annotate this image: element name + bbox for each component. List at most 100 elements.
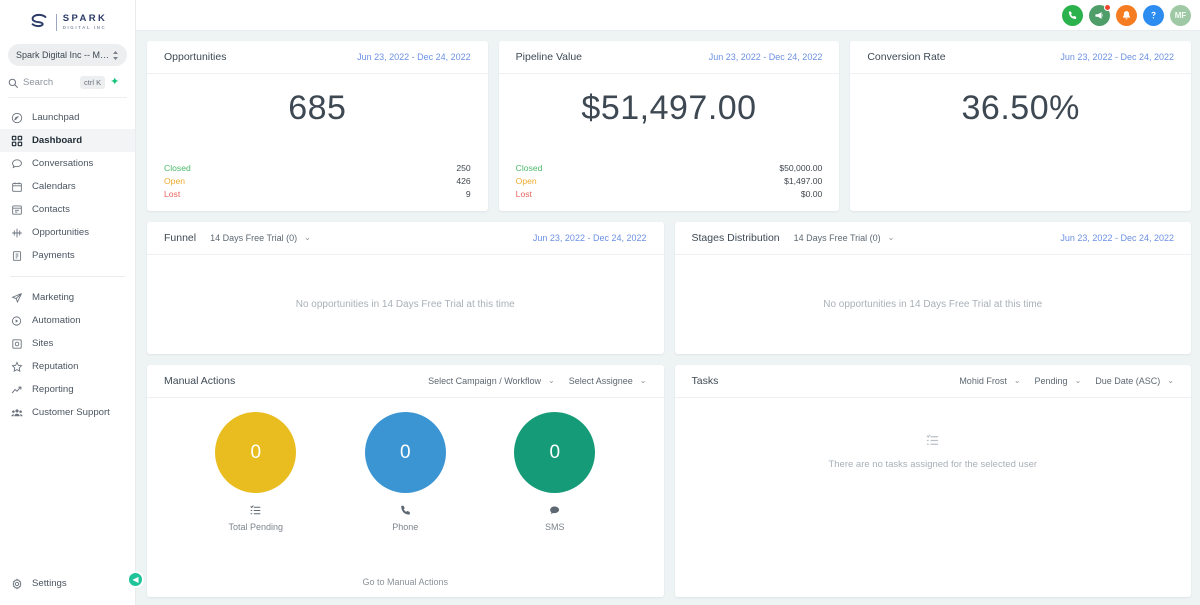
kpi-breakdown-row: Closed 250 [164, 162, 471, 175]
sidebar-item-settings[interactable]: Settings [0, 572, 135, 595]
chevron-down-icon: ⌄ [887, 233, 895, 242]
stat-circle: 0 [514, 412, 596, 493]
card-conversion-rate: Conversion Rate Jun 23, 2022 - Dec 24, 2… [850, 41, 1192, 211]
sidebar-item-calendars[interactable]: Calendars [0, 175, 135, 198]
search-input[interactable] [23, 77, 75, 88]
kpi-amount: $1,497.00 [784, 176, 823, 186]
date-range-picker[interactable]: Jun 23, 2022 - Dec 24, 2022 [357, 52, 471, 62]
stages-empty-state: No opportunities in 14 Days Free Trial a… [823, 299, 1043, 310]
stat-total-pending[interactable]: 0 Total Pending [215, 412, 297, 532]
card-header: Tasks Mohid Frost ⌄ Pending ⌄ Due Date (… [674, 365, 1191, 398]
card-opportunities: Opportunities Jun 23, 2022 - Dec 24, 202… [147, 41, 488, 211]
sidebar-item-label: Settings [32, 578, 67, 589]
grid-icon [10, 134, 23, 147]
tasks-assignee-filter[interactable]: Mohid Frost ⌄ [959, 376, 1020, 386]
sidebar-item-contacts[interactable]: Contacts [0, 198, 135, 221]
sidebar-item-conversations[interactable]: Conversations [0, 152, 135, 175]
sidebar-item-payments[interactable]: Payments [0, 244, 135, 267]
date-range-picker[interactable]: Jun 23, 2022 - Dec 24, 2022 [1060, 52, 1174, 62]
account-name: Spark Digital Inc -- Murp... [16, 50, 112, 60]
assignee-select[interactable]: Select Assignee ⌄ [569, 376, 647, 386]
bell-icon[interactable] [1116, 4, 1137, 26]
date-range-picker[interactable]: Jun 23, 2022 - Dec 24, 2022 [1060, 233, 1174, 243]
megaphone-icon[interactable] [1089, 3, 1111, 26]
sidebar-item-dashboard[interactable]: Dashboard [0, 129, 135, 152]
card-header: Conversion Rate Jun 23, 2022 - Dec 24, 2… [850, 41, 1192, 74]
kpi-amount: $0.00 [800, 189, 823, 199]
sidebar-item-sites[interactable]: Sites [0, 332, 135, 355]
card-pipeline-value: Pipeline Value Jun 23, 2022 - Dec 24, 20… [498, 41, 840, 211]
sidebar-item-reputation[interactable]: Reputation [0, 355, 135, 378]
card-funnel: Funnel 14 Days Free Trial (0) ⌄ Jun 23, … [147, 222, 664, 354]
account-selector[interactable]: Spark Digital Inc -- Murp... [8, 44, 127, 66]
stat-sms[interactable]: 0 SMS [514, 412, 596, 532]
kpi-label: Lost [515, 189, 532, 199]
avatar[interactable]: MF [1170, 4, 1191, 26]
topbar: MF [136, 0, 1200, 31]
stat-phone[interactable]: 0 Phone [364, 412, 446, 532]
sidebar-item-reporting[interactable]: Reporting [0, 378, 135, 401]
sidebar-item-label: Customer Support [32, 407, 110, 418]
list-check-icon [249, 504, 262, 517]
card-header: Funnel 14 Days Free Trial (0) ⌄ Jun 23, … [147, 222, 664, 255]
campaign-workflow-select[interactable]: Select Campaign / Workflow ⌄ [428, 376, 555, 386]
sidebar-footer: Settings [0, 572, 135, 605]
sidebar-item-label: Marketing [32, 292, 75, 303]
phone-icon[interactable] [1062, 4, 1083, 26]
logo-divider [55, 13, 57, 31]
kpi-label: Open [515, 176, 537, 186]
sidebar-item-automation[interactable]: Automation [0, 309, 135, 332]
trend-up-icon [10, 383, 23, 396]
sidebar-item-label: Conversations [32, 158, 94, 169]
date-range-picker[interactable]: Jun 23, 2022 - Dec 24, 2022 [709, 52, 823, 62]
stat-circle: 0 [364, 412, 446, 493]
sidebar-item-customer-support[interactable]: Customer Support [0, 401, 135, 424]
help-question-icon[interactable] [1143, 4, 1164, 26]
stat-label: Phone [392, 522, 419, 532]
funnel-nodes-icon [10, 226, 23, 239]
sidebar-item-label: Dashboard [32, 135, 83, 146]
logo-wordmark: SPARK [62, 13, 108, 25]
kpi-amount: $50,000.00 [779, 163, 823, 173]
gear-icon [10, 577, 23, 590]
sidebar-item-opportunities[interactable]: Opportunities [0, 221, 135, 244]
sidebar-item-label: Payments [32, 250, 75, 261]
star-icon [10, 360, 23, 373]
sidebar-item-launchpad[interactable]: Launchpad [0, 106, 135, 129]
phone-icon [399, 504, 412, 517]
primary-nav: Launchpad Dashboard Conversations Calend… [0, 106, 135, 424]
sidebar-item-marketing[interactable]: Marketing [0, 286, 135, 309]
app-logo[interactable]: SPARK DIGITAL INC [0, 0, 135, 40]
card-title: Conversion Rate [867, 51, 946, 63]
chat-bubble-icon [10, 157, 23, 170]
funnel-row: Funnel 14 Days Free Trial (0) ⌄ Jun 23, … [147, 222, 1191, 354]
play-circle-icon [10, 314, 23, 327]
kpi-breakdown-row: Open 426 [164, 175, 471, 188]
updown-chevrons-icon [112, 50, 119, 61]
kpi-value: $51,497.00 [581, 89, 757, 127]
tasks-sort-filter[interactable]: Due Date (ASC) ⌄ [1095, 376, 1174, 386]
funnel-pipeline-select[interactable]: 14 Days Free Trial (0) ⌄ [210, 233, 311, 243]
chevron-down-icon: ⌄ [548, 376, 555, 385]
sidebar-collapse-button[interactable]: ◀ [127, 571, 144, 588]
kpi-row: Opportunities Jun 23, 2022 - Dec 24, 202… [147, 41, 1192, 211]
card-header: Stages Distribution 14 Days Free Trial (… [674, 222, 1191, 255]
funnel-pipeline-value: 14 Days Free Trial (0) [210, 233, 298, 243]
chevron-down-icon: ⌄ [1074, 376, 1082, 385]
go-to-manual-actions-link[interactable]: Go to Manual Actions [147, 577, 664, 597]
main-area: MF Opportunities Jun 23, 2022 - Dec 24, … [136, 0, 1200, 605]
search-icon [8, 78, 18, 88]
sparkle-plus-icon[interactable]: ✦ [110, 77, 119, 88]
search-bar[interactable]: ctrl K ✦ [8, 74, 127, 98]
stages-pipeline-select[interactable]: 14 Days Free Trial (0) ⌄ [794, 233, 895, 243]
tasks-assignee-value: Mohid Frost [959, 376, 1007, 386]
rocket-icon [10, 111, 23, 124]
tasks-status-filter[interactable]: Pending ⌄ [1035, 376, 1082, 386]
date-range-picker[interactable]: Jun 23, 2022 - Dec 24, 2022 [533, 233, 647, 243]
kpi-breakdown-row: Lost 9 [164, 188, 471, 201]
tasks-status-value: Pending [1034, 376, 1068, 386]
list-check-icon [925, 433, 940, 453]
nav-divider [10, 276, 125, 277]
card-manual-actions: Manual Actions Select Campaign / Workflo… [147, 365, 664, 597]
tasks-empty-state: There are no tasks assigned for the sele… [675, 398, 1192, 597]
